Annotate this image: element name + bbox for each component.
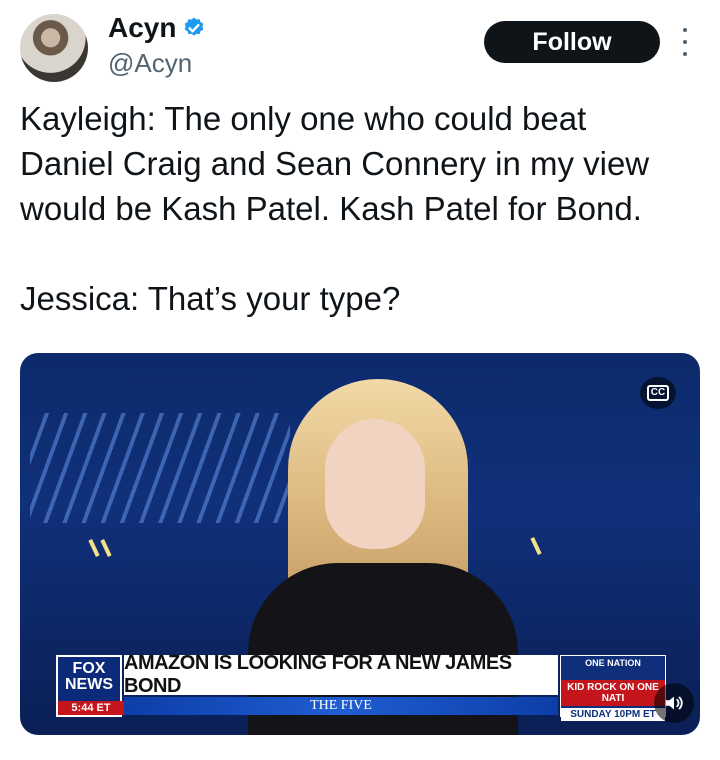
volume-button[interactable] — [654, 683, 694, 723]
show-name: THE FIVE — [124, 697, 558, 715]
more-vertical-icon[interactable] — [678, 28, 692, 56]
more-dot — [683, 52, 687, 56]
studio-light — [530, 536, 542, 556]
promo-box: ONE NATION KID ROCK ON ONE NATI SUNDAY 1… — [560, 655, 666, 721]
studio-light — [100, 538, 112, 558]
author-handle[interactable]: @Acyn — [108, 48, 192, 79]
studio-background-graphic — [30, 413, 290, 523]
video-player[interactable]: CC FOX NEWS 5:44 ET AMAZON IS LOOKING FO… — [20, 353, 700, 735]
volume-icon — [665, 696, 683, 710]
studio-light — [88, 538, 100, 558]
news-lower-third: FOX NEWS 5:44 ET AMAZON IS LOOKING FOR A… — [56, 652, 666, 721]
more-dot — [683, 28, 687, 32]
news-headline: AMAZON IS LOOKING FOR A NEW JAMES BOND — [124, 652, 558, 697]
promo-line2: SUNDAY 10PM ET — [561, 708, 665, 721]
author-name[interactable]: Acyn — [108, 12, 176, 44]
broadcast-time: 5:44 ET — [58, 701, 124, 715]
fox-news-logo: FOX NEWS 5:44 ET — [56, 655, 124, 717]
verified-badge-icon — [185, 17, 204, 36]
avatar[interactable] — [20, 14, 88, 82]
author-name-row[interactable]: Acyn — [108, 12, 206, 44]
network-line1: FOX — [72, 660, 106, 677]
promo-line1: KID ROCK ON ONE NATI — [561, 680, 665, 706]
more-dot — [683, 40, 687, 44]
cc-icon: CC — [646, 385, 670, 401]
follow-button[interactable]: Follow — [484, 21, 660, 63]
network-line2: NEWS — [65, 676, 113, 693]
video-frame-face — [325, 419, 425, 549]
closed-captions-button[interactable]: CC — [640, 377, 676, 409]
tweet-text: Kayleigh: The only one who could beat Da… — [20, 100, 650, 317]
promo-title: ONE NATION — [585, 658, 641, 668]
